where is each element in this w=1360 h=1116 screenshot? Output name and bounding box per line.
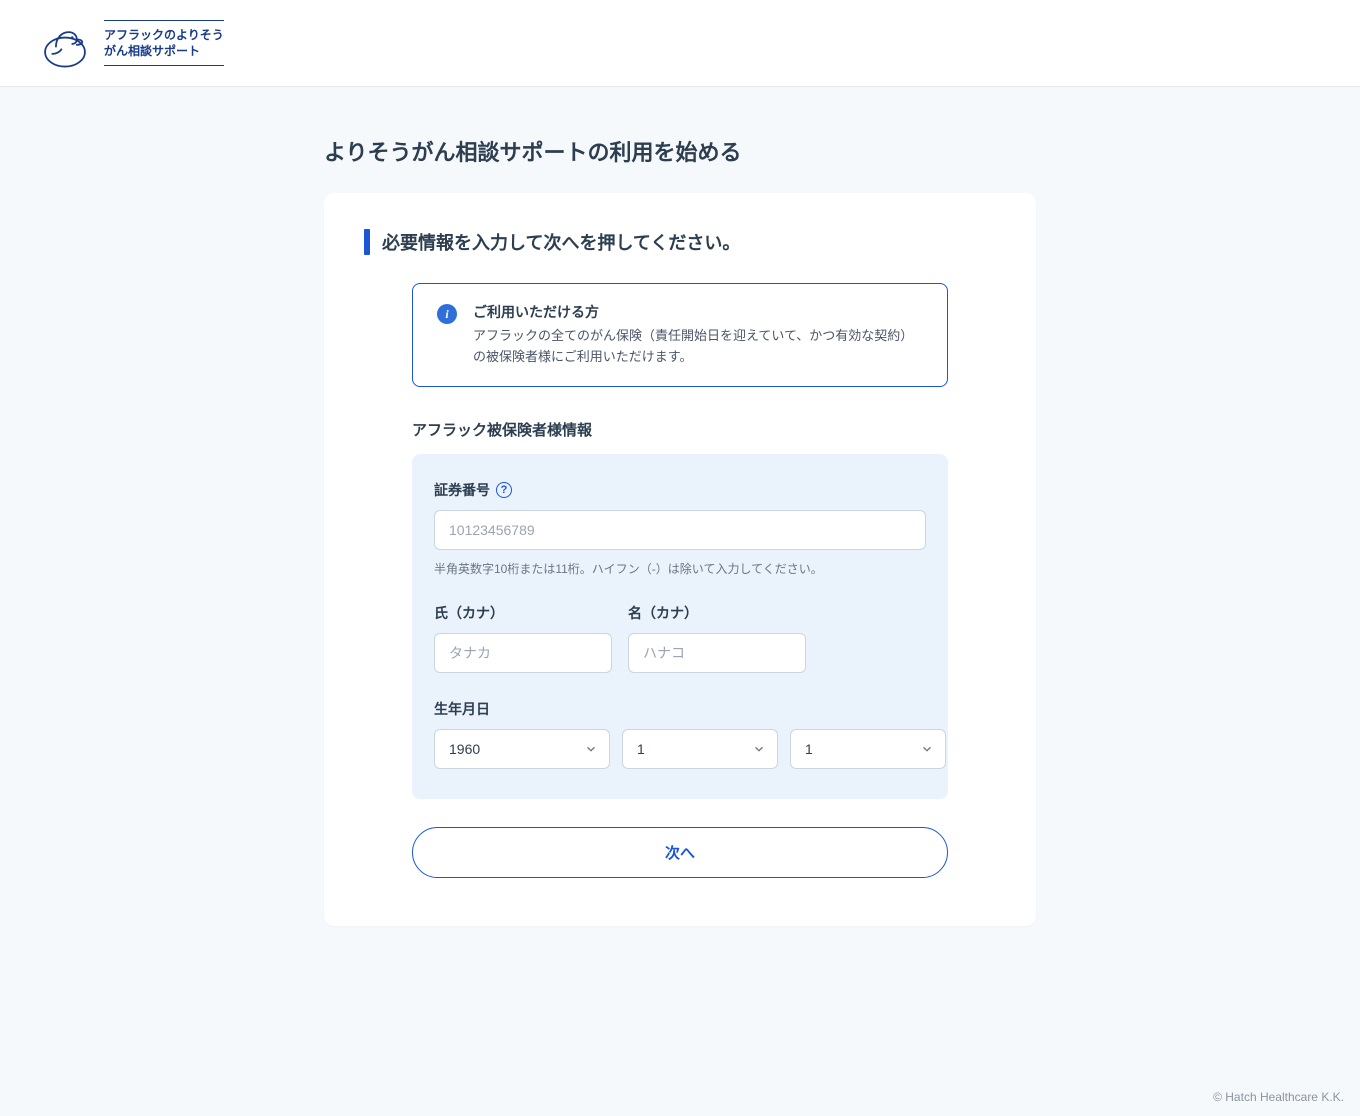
- next-button[interactable]: 次へ: [412, 827, 948, 878]
- dob-day-select[interactable]: 1: [790, 729, 946, 769]
- policy-number-label: 証券番号: [434, 480, 490, 500]
- insured-section-heading: アフラック被保険者様情報: [412, 419, 948, 440]
- help-icon[interactable]: ?: [496, 482, 512, 498]
- dob-label: 生年月日: [434, 699, 490, 719]
- last-kana-label: 氏（カナ）: [434, 603, 504, 623]
- last-kana-input[interactable]: [434, 633, 612, 673]
- accent-bar: [364, 229, 370, 255]
- eligibility-info-box: i ご利用いただける方 アフラックの全てのがん保険（責任開始日を迎えていて、かつ…: [412, 283, 948, 387]
- first-kana-input[interactable]: [628, 633, 806, 673]
- instruction-text: 必要情報を入力して次へを押してください。: [382, 229, 740, 255]
- brand-logo: アフラックのよりそう がん相談サポート: [36, 14, 1324, 72]
- app-header: アフラックのよりそう がん相談サポート: [0, 0, 1360, 87]
- brand-text: アフラックのよりそう がん相談サポート: [104, 20, 224, 66]
- dob-year-select[interactable]: 1960: [434, 729, 610, 769]
- insured-form-panel: 証券番号 ? 半角英数字10桁または11桁。ハイフン（-）は除いて入力してくださ…: [412, 454, 948, 799]
- dob-month-select[interactable]: 1: [622, 729, 778, 769]
- instruction-row: 必要情報を入力して次へを押してください。: [364, 229, 996, 255]
- footer-copyright: © Hatch Healthcare K.K.: [1213, 1090, 1344, 1104]
- first-kana-label: 名（カナ）: [628, 603, 698, 623]
- info-title: ご利用いただける方: [473, 302, 923, 322]
- info-icon: i: [437, 304, 457, 324]
- duck-icon: [36, 14, 94, 72]
- brand-line2: がん相談サポート: [104, 43, 224, 59]
- brand-line1: アフラックのよりそう: [104, 27, 224, 43]
- info-body: アフラックの全てのがん保険（責任開始日を迎えていて、かつ有効な契約）の被保険者様…: [473, 326, 923, 368]
- form-card: 必要情報を入力して次へを押してください。 i ご利用いただける方 アフラックの全…: [324, 193, 1036, 926]
- page-title: よりそうがん相談サポートの利用を始める: [324, 135, 1036, 167]
- policy-number-hint: 半角英数字10桁または11桁。ハイフン（-）は除いて入力してください。: [434, 560, 926, 577]
- policy-number-input[interactable]: [434, 510, 926, 550]
